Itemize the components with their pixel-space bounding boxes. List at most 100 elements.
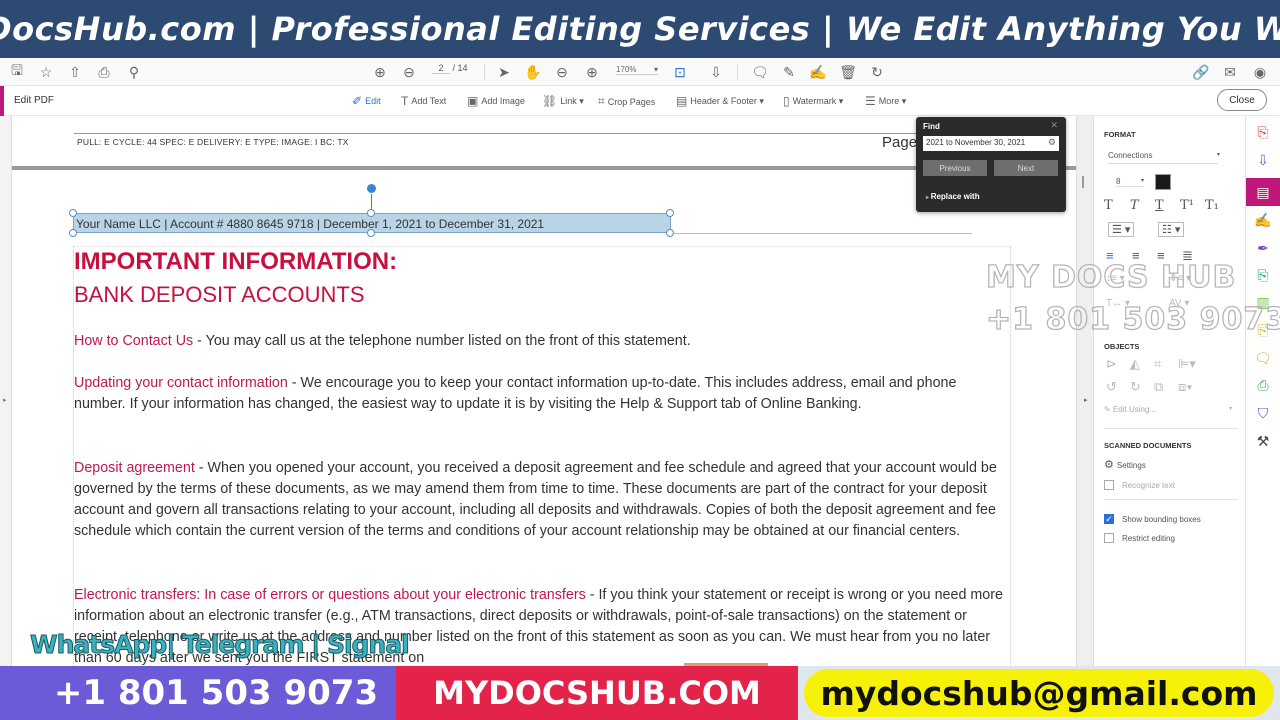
flip-vertical-icon[interactable]: ◭ [1130, 356, 1140, 372]
bullet-list-icon[interactable]: ☰ ▾ [1108, 222, 1135, 237]
panel-collapse-rail[interactable]: ▸ [1076, 116, 1094, 666]
replace-with-toggle[interactable]: ▸ Replace with [926, 192, 980, 201]
numbered-list-icon[interactable]: ☷ ▾ [1158, 222, 1185, 237]
replace-image-icon[interactable]: ⧉ [1154, 379, 1163, 395]
next-button[interactable]: Next [994, 160, 1058, 176]
subscript-icon[interactable]: T₁ [1205, 198, 1219, 213]
export-pdf-icon[interactable]: ⇩ [1246, 146, 1280, 174]
account-icon[interactable]: ◉ [1250, 62, 1270, 82]
paragraph-body: - When you opened your account, you rece… [74, 460, 997, 539]
scrollbar-thumb[interactable] [1082, 176, 1084, 188]
paragraph-lead: Deposit agreement [74, 460, 195, 476]
find-input[interactable]: 2021 to November 30, 2021 ⚙ [923, 136, 1059, 151]
more-button[interactable]: ☰ More ▾ [865, 94, 906, 108]
prev-page-icon[interactable]: ⊕ [370, 62, 390, 82]
combine-files-icon[interactable]: ⎘ [1246, 261, 1280, 289]
redo-icon[interactable]: ↻ [867, 62, 887, 82]
create-pdf-icon[interactable]: ⎘ [1246, 118, 1280, 146]
superscript-icon[interactable]: T¹ [1180, 198, 1194, 213]
scan-icon[interactable]: ⎙ [1246, 371, 1280, 399]
more-label: More ▾ [878, 95, 907, 106]
request-signature-icon[interactable]: ✍ [1246, 206, 1280, 234]
rotate-left-icon[interactable]: ↺ [1106, 379, 1117, 395]
underline-icon[interactable]: T [1155, 198, 1164, 213]
comment-tool-icon[interactable]: 🗨 [1246, 344, 1280, 372]
save-icon[interactable]: 🖫 [7, 62, 27, 82]
link-button[interactable]: ⛓ Link ▾ [542, 94, 584, 108]
restrict-editing-checkbox[interactable] [1104, 533, 1114, 543]
crop-object-icon[interactable]: ⌗ [1154, 356, 1161, 372]
page-indicator: 2 / 14 [432, 63, 468, 74]
close-find-icon[interactable]: ✕ [1050, 120, 1058, 131]
link-share-icon[interactable]: 🔗 [1191, 62, 1211, 82]
paragraph-lead: Electronic transfers: In case of errors … [74, 587, 586, 603]
header-rule [74, 133, 974, 134]
italic-icon[interactable]: T [1130, 198, 1139, 213]
sign-icon[interactable]: ✍ [808, 62, 828, 82]
fit-page-icon[interactable]: ⊡ [670, 62, 690, 82]
find-query: 2021 to November 30, 2021 [926, 138, 1026, 147]
resize-handle[interactable] [367, 229, 375, 237]
arrange-icon[interactable]: ⧈▾ [1178, 379, 1193, 395]
resize-handle[interactable] [367, 209, 375, 217]
zoom-search-icon[interactable]: ⚲ [124, 62, 144, 82]
align-objects-icon[interactable]: ⊫▾ [1178, 356, 1196, 372]
comment-icon[interactable]: 🗨 [750, 62, 770, 82]
close-button[interactable]: Close [1217, 89, 1267, 111]
account-header-text[interactable]: Your Name LLC | Account # 4880 8645 9718… [76, 217, 544, 231]
edit-pdf-tool-icon[interactable]: ▤ [1246, 178, 1280, 206]
show-bounding-boxes-checkbox[interactable]: ✓ [1104, 514, 1114, 524]
more-tools-icon[interactable]: ⚒ [1246, 427, 1280, 455]
left-panel-toggle[interactable]: ▸ [0, 116, 12, 666]
zoom-level-select[interactable]: 170% ▾ [616, 65, 658, 75]
resize-handle[interactable] [69, 229, 77, 237]
page-label: Page [882, 134, 918, 151]
hand-tool-icon[interactable]: ✋ [523, 62, 543, 82]
scroll-mode-icon[interactable]: ⇩ [706, 62, 726, 82]
bold-icon[interactable]: T [1104, 198, 1113, 213]
protect-icon[interactable]: ⛉ [1246, 399, 1280, 427]
text-color-swatch[interactable] [1155, 174, 1171, 190]
email-banner: mydocshub@gmail.com [798, 666, 1280, 720]
page-number-input[interactable]: 2 [432, 63, 450, 74]
trash-icon[interactable]: 🗑 [838, 62, 858, 82]
fill-sign-icon[interactable]: ✒ [1246, 234, 1280, 262]
next-page-icon[interactable]: ⊖ [399, 62, 419, 82]
zoom-in-icon[interactable]: ⊕ [582, 62, 602, 82]
add-text-button[interactable]: T Add Text [401, 94, 446, 108]
font-size-value: 8 [1116, 177, 1121, 186]
link-label: Link ▾ [560, 95, 584, 106]
rotate-right-icon[interactable]: ↻ [1130, 379, 1141, 395]
add-image-button[interactable]: ▣ Add Image [467, 94, 525, 108]
collapse-arrow-icon[interactable]: ▸ [1084, 396, 1088, 404]
resize-handle[interactable] [666, 209, 674, 217]
header-footer-button[interactable]: ▤ Header & Footer ▾ [676, 94, 764, 108]
bookmark-star-icon[interactable]: ☆ [36, 62, 56, 82]
edit-button[interactable]: ✐ Edit [352, 94, 381, 108]
add-image-icon: ▣ [467, 94, 479, 108]
promo-banner: MyDocsHub.com | Professional Editing Ser… [0, 0, 1280, 58]
watermark-button[interactable]: ▯ Watermark ▾ [783, 94, 843, 108]
separator [737, 64, 738, 80]
gear-icon[interactable]: ⚙ [1048, 137, 1056, 148]
link-icon: ⛓ [542, 94, 558, 108]
rotate-handle[interactable] [366, 183, 377, 194]
crop-pages-button[interactable]: ⌗ Crop Pages [598, 94, 655, 109]
previous-button[interactable]: Previous [923, 160, 987, 176]
edit-pdf-title: Edit PDF [14, 95, 55, 106]
settings-button[interactable]: ⚙ Settings [1104, 458, 1146, 471]
flip-horizontal-icon[interactable]: ⊳ [1106, 356, 1117, 372]
edit-using-select[interactable]: ✎ Edit Using... ▾ [1104, 405, 1232, 414]
highlight-pen-icon[interactable]: ✎ [779, 62, 799, 82]
chevron-down-icon: ▾ [1216, 152, 1220, 158]
select-pointer-icon[interactable]: ➤ [494, 62, 514, 82]
font-select[interactable]: Connections ▾ [1108, 151, 1220, 164]
zoom-out-icon[interactable]: ⊖ [552, 62, 572, 82]
separator [484, 64, 485, 80]
print-icon[interactable]: ⎙ [94, 62, 114, 82]
recognize-text-checkbox[interactable] [1104, 480, 1114, 490]
upload-cloud-icon[interactable]: ⇧ [65, 62, 85, 82]
font-size-select[interactable]: 8 ▾ [1116, 177, 1144, 187]
resize-handle[interactable] [69, 209, 77, 217]
mail-icon[interactable]: ✉ [1220, 62, 1240, 82]
